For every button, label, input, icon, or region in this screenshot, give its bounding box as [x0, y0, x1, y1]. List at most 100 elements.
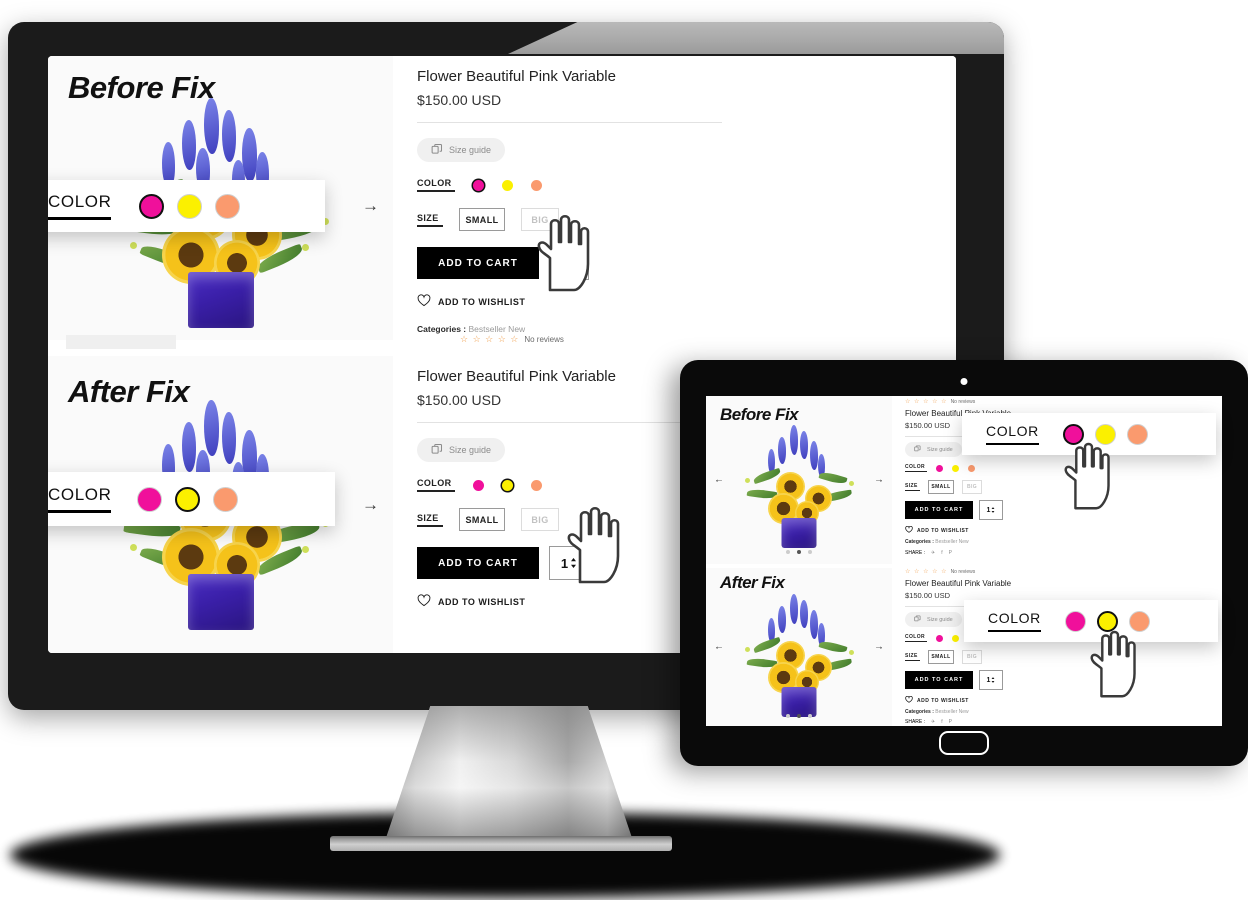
add-to-wishlist-button[interactable]: ADD TO WISHLIST	[417, 294, 525, 309]
tablet-add-to-cart-button-after[interactable]: ADD TO CART	[905, 671, 973, 689]
tablet-wishlist-button-after[interactable]: ADD TO WISHLIST	[905, 695, 969, 705]
size-option-row[interactable]: SIZE SMALL BIG	[417, 208, 559, 231]
color-swatch-yellow[interactable]	[502, 179, 513, 191]
size-guide-button[interactable]: Size guide	[417, 138, 506, 162]
tablet-callout-swatch-yellow[interactable]	[1094, 423, 1116, 445]
tablet-gallery-prev-arrow-after[interactable]: ←	[714, 642, 724, 653]
size-option-row-after[interactable]: SIZE SMALL BIG	[417, 508, 559, 531]
pinterest-icon[interactable]: P	[949, 719, 952, 725]
facebook-icon[interactable]: f	[941, 719, 942, 725]
tablet-callout-color-after[interactable]: COLOR	[964, 600, 1218, 642]
color-swatch-pink-after[interactable]	[473, 479, 484, 491]
tablet-gallery-prev-arrow[interactable]: ←	[714, 475, 724, 486]
callout-color-after[interactable]: COLOR	[48, 472, 335, 526]
tablet-callout-color-before[interactable]: COLOR	[962, 413, 1216, 455]
tablet-size-guide-button[interactable]: Size guide	[905, 442, 962, 457]
tablet-callout-color-label-after: COLOR	[988, 610, 1041, 633]
tablet-callout-swatch-pink[interactable]	[1062, 423, 1084, 445]
tablet-categories-meta: Categories : Bestseller New	[905, 539, 969, 545]
add-to-cart-button[interactable]: ADD TO CART	[417, 247, 539, 279]
tablet-gallery-next-arrow[interactable]: →	[874, 475, 884, 486]
rating-row-top: ☆ ☆ ☆ ☆ ☆ No reviews	[460, 334, 564, 345]
stepper-arrows-icon	[571, 258, 577, 268]
carousel-dot-active[interactable]	[797, 550, 801, 554]
callout-swatch-pink-after[interactable]	[137, 486, 163, 512]
tablet-gallery-before: Before Fix ← →	[706, 396, 892, 564]
tablet-color-swatch-pink-after[interactable]	[936, 634, 943, 642]
tablet-product-title-after: Flower Beautiful Pink Variable	[905, 579, 1012, 588]
heart-icon	[417, 594, 431, 609]
size-guide-button-after[interactable]: Size guide	[417, 438, 506, 462]
tablet-product-price: $150.00 USD	[905, 421, 951, 430]
tablet-gallery-next-arrow-after[interactable]: →	[874, 642, 884, 653]
twitter-icon[interactable]: ✈	[931, 550, 935, 556]
size-guide-label: Size guide	[927, 616, 953, 623]
quantity-stepper-after[interactable]: 1	[549, 546, 589, 580]
carousel-dot[interactable]	[808, 550, 812, 554]
tablet-size-option-row-after[interactable]: SIZE SMALL BIG	[905, 650, 982, 664]
size-option-big[interactable]: BIG	[521, 208, 559, 231]
tablet-size-small-after[interactable]: SMALL	[928, 650, 954, 664]
carousel-dot-active[interactable]	[797, 714, 801, 718]
tablet-carousel-dots-after[interactable]	[786, 714, 812, 718]
size-option-small-after[interactable]: SMALL	[459, 508, 505, 531]
tablet-size-option-row[interactable]: SIZE SMALL BIG	[905, 480, 982, 494]
size-guide-icon	[431, 443, 443, 457]
tablet-callout-swatch-orange-after[interactable]	[1128, 610, 1150, 632]
tablet-size-guide-button-after[interactable]: Size guide	[905, 612, 962, 627]
tablet-quantity-stepper[interactable]: 1	[979, 500, 1003, 520]
tablet-carousel-dots[interactable]	[786, 550, 812, 554]
tablet-quantity-stepper-after[interactable]: 1	[979, 670, 1003, 690]
size-option-big-after[interactable]: BIG	[521, 508, 559, 531]
tablet-home-button[interactable]	[939, 731, 989, 755]
callout-swatch-yellow-after[interactable]	[175, 486, 201, 512]
carousel-dot[interactable]	[808, 714, 812, 718]
tablet-size-big-after[interactable]: BIG	[962, 650, 982, 664]
size-guide-label: Size guide	[449, 445, 492, 455]
tablet-wishlist-button[interactable]: ADD TO WISHLIST	[905, 525, 969, 535]
tablet-size-small[interactable]: SMALL	[928, 480, 954, 494]
callout-swatch-yellow[interactable]	[177, 193, 203, 219]
pinterest-icon[interactable]: P	[949, 550, 952, 556]
tablet-size-big[interactable]: BIG	[962, 480, 982, 494]
categories-meta: Categories : Bestseller New	[417, 324, 525, 334]
gallery-next-arrow[interactable]: →	[362, 196, 379, 216]
tablet-color-swatch-yellow-after[interactable]	[952, 634, 959, 642]
facebook-icon[interactable]: f	[941, 550, 942, 556]
callout-color-before[interactable]: COLOR	[48, 180, 325, 232]
add-to-wishlist-button-after[interactable]: ADD TO WISHLIST	[417, 594, 525, 609]
product-title-after: Flower Beautiful Pink Variable	[417, 368, 616, 385]
tablet-color-option-row[interactable]: COLOR	[905, 464, 975, 472]
size-option-small[interactable]: SMALL	[459, 208, 505, 231]
categories-value: Bestseller New	[468, 324, 526, 334]
callout-swatch-pink[interactable]	[139, 193, 165, 219]
tablet-callout-swatch-orange[interactable]	[1126, 423, 1148, 445]
carousel-dot[interactable]	[786, 714, 790, 718]
tablet-color-swatch-yellow[interactable]	[952, 464, 959, 472]
add-to-cart-button-after[interactable]: ADD TO CART	[417, 547, 539, 579]
color-swatch-orange-after[interactable]	[531, 479, 542, 491]
tablet-after-fix-panel: After Fix ← → ☆ ☆ ☆ ☆ ☆ No reviews Flowe…	[706, 568, 1222, 726]
tablet-callout-swatch-pink-after[interactable]	[1064, 610, 1086, 632]
color-swatch-pink[interactable]	[473, 179, 484, 191]
tablet-callout-color-label: COLOR	[986, 423, 1039, 446]
tablet-add-to-cart-button[interactable]: ADD TO CART	[905, 501, 973, 519]
no-reviews-label: No reviews	[950, 568, 976, 575]
color-swatch-orange[interactable]	[531, 179, 542, 191]
callout-swatch-orange-after[interactable]	[213, 486, 239, 512]
tablet-color-swatch-pink[interactable]	[936, 464, 943, 472]
color-option-row-after[interactable]: COLOR	[417, 478, 542, 492]
twitter-icon[interactable]: ✈	[931, 719, 935, 725]
quantity-stepper[interactable]: 1	[549, 246, 589, 280]
callout-swatch-orange[interactable]	[215, 193, 241, 219]
gallery-next-arrow-after[interactable]: →	[362, 495, 379, 515]
tablet-color-swatch-orange[interactable]	[968, 464, 975, 472]
color-option-row[interactable]: COLOR	[417, 178, 542, 192]
divider	[417, 122, 722, 123]
color-swatch-yellow-after[interactable]	[502, 479, 513, 491]
cart-row-after: ADD TO CART 1	[417, 546, 589, 580]
tablet-callout-swatch-yellow-after[interactable]	[1096, 610, 1118, 632]
monitor-stand-neck	[386, 706, 632, 838]
heart-icon	[905, 695, 913, 705]
carousel-dot[interactable]	[786, 550, 790, 554]
